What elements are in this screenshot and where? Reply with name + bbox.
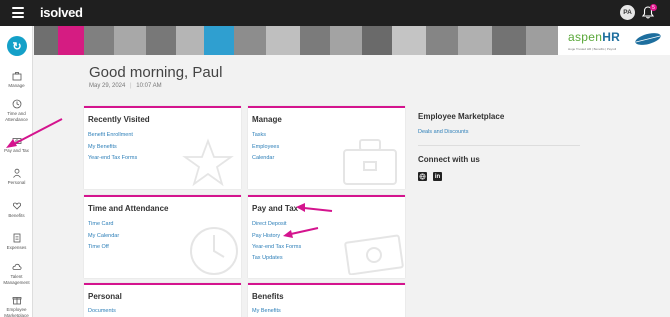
card-title: Benefits xyxy=(252,292,284,301)
link-benefit-enrollment[interactable]: Benefit Enrollment xyxy=(88,132,133,138)
notification-badge: 5 xyxy=(650,4,657,11)
person-icon xyxy=(12,168,21,178)
card-title: Recently Visited xyxy=(88,115,150,124)
card-manage: Manage Tasks Employees Calendar xyxy=(248,106,405,189)
card-time-attendance: Time and Attendance Time Card My Calenda… xyxy=(84,195,241,278)
banner-photo xyxy=(34,26,58,55)
page-title: Good morning, Paul xyxy=(89,64,223,81)
link-time-off[interactable]: Time Off xyxy=(88,244,109,250)
sidebar-item-benefits[interactable]: Benefits xyxy=(0,201,33,219)
sidebar-item-manage[interactable]: Manage xyxy=(0,71,33,89)
link-year-end-tax-forms[interactable]: Year-end Tax Forms xyxy=(88,155,137,161)
home-logo-icon[interactable]: ↻ xyxy=(7,36,27,56)
sidebar-item-label: Benefits xyxy=(8,213,25,218)
card-benefits: Benefits My Benefits xyxy=(248,283,405,317)
banner-photo xyxy=(58,26,84,55)
globe-glyph xyxy=(419,173,426,180)
sidebar-item-personal[interactable]: Personal xyxy=(0,168,33,186)
marketplace-title: Employee Marketplace xyxy=(418,112,505,121)
clock-icon xyxy=(190,227,238,275)
sidebar: ↻ Manage Time and Attendance Pay and Tax… xyxy=(0,26,33,317)
banner-photo xyxy=(330,26,362,55)
annotation-arrow xyxy=(283,227,319,238)
banner-photo xyxy=(492,26,526,55)
banner-photo xyxy=(234,26,266,55)
website-icon[interactable] xyxy=(418,172,427,181)
banner-photo xyxy=(204,26,234,55)
link-my-benefits[interactable]: My Benefits xyxy=(252,308,281,314)
link-pay-history[interactable]: Pay History xyxy=(252,233,280,239)
banner-photo xyxy=(84,26,114,55)
company-tagline: Huge Trusted HR | Benefits | Payroll xyxy=(568,47,617,51)
banner-photo xyxy=(362,26,392,55)
banner-photo xyxy=(300,26,330,55)
sidebar-item-label: Expenses xyxy=(6,245,27,250)
link-time-card[interactable]: Time Card xyxy=(88,221,113,227)
divider xyxy=(418,145,580,146)
sidebar-item-label: Personal xyxy=(7,180,26,185)
star-icon xyxy=(182,138,234,187)
clock-icon xyxy=(12,99,21,109)
sidebar-item-label: Talent Management xyxy=(3,274,30,285)
link-documents[interactable]: Documents xyxy=(88,308,116,314)
money-icon xyxy=(344,234,404,275)
sidebar-item-talent[interactable]: Talent Management xyxy=(0,262,33,285)
company-logo: aspenHR Huge Trusted HR | Benefits | Pay… xyxy=(558,26,670,55)
link-employees[interactable]: Employees xyxy=(252,144,279,150)
link-year-end-tax-forms[interactable]: Year-end Tax Forms xyxy=(252,244,301,250)
banner-photo xyxy=(146,26,176,55)
card-personal: Personal Documents xyxy=(84,283,241,317)
sidebar-item-marketplace[interactable]: Employee Marketplace xyxy=(0,295,33,317)
banner-photo xyxy=(266,26,300,55)
banner-photo xyxy=(426,26,458,55)
link-deals-discounts[interactable]: Deals and Discounts xyxy=(418,129,468,135)
link-tax-updates[interactable]: Tax Updates xyxy=(252,255,283,261)
leaf-logo-icon xyxy=(635,33,661,45)
connect-title: Connect with us xyxy=(418,155,480,164)
link-tasks[interactable]: Tasks xyxy=(252,132,266,138)
user-avatar[interactable]: PA xyxy=(620,5,635,20)
link-my-benefits[interactable]: My Benefits xyxy=(88,144,117,150)
link-calendar[interactable]: Calendar xyxy=(252,155,274,161)
link-my-calendar[interactable]: My Calendar xyxy=(88,233,119,239)
brand-logo[interactable]: isolved xyxy=(40,5,83,20)
sidebar-item-label: Manage xyxy=(8,83,25,88)
header-banner: aspenHR Huge Trusted HR | Benefits | Pay… xyxy=(34,26,670,55)
heart-hand-icon xyxy=(12,202,21,210)
card-title: Time and Attendance xyxy=(88,204,169,213)
company-logo-text: aspenHR xyxy=(568,30,621,44)
current-date: May 29, 2024 xyxy=(89,83,126,89)
gift-icon xyxy=(12,297,21,305)
annotation-arrow xyxy=(6,118,63,148)
sidebar-item-expenses[interactable]: Expenses xyxy=(0,233,33,251)
banner-photo xyxy=(526,26,558,55)
banner-photo xyxy=(458,26,492,55)
linkedin-icon[interactable]: in xyxy=(433,172,442,181)
menu-icon[interactable] xyxy=(12,7,24,18)
receipt-icon xyxy=(13,233,20,243)
briefcase-icon xyxy=(12,72,21,81)
card-title: Manage xyxy=(252,115,282,124)
current-time: 10:07 AM xyxy=(136,83,162,89)
briefcase-icon xyxy=(343,139,397,185)
cloud-icon xyxy=(12,263,21,270)
banner-photo xyxy=(392,26,426,55)
card-title: Pay and Tax xyxy=(252,204,299,213)
banner-photo xyxy=(176,26,204,55)
date-time: May 29, 2024 | 10:07 AM xyxy=(89,83,162,89)
card-title: Personal xyxy=(88,292,122,301)
top-bar: isolved PA 5 xyxy=(0,0,670,26)
sidebar-item-label: Employee Marketplace xyxy=(4,307,29,317)
card-recently-visited: Recently Visited Benefit Enrollment My B… xyxy=(84,106,241,189)
annotation-arrow xyxy=(296,203,333,212)
banner-photo xyxy=(114,26,146,55)
